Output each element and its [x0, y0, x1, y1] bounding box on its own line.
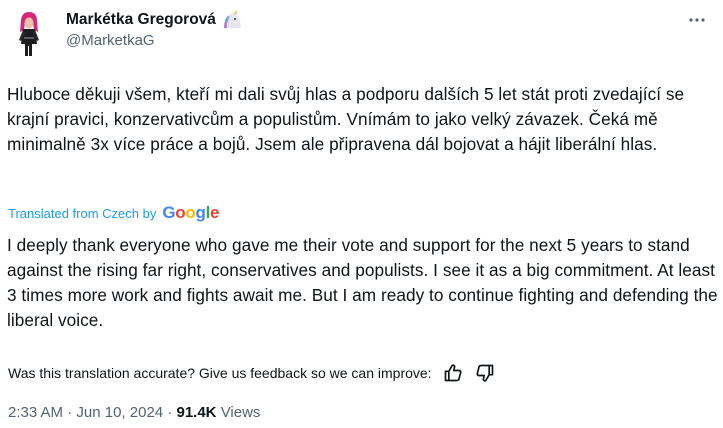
- feedback-prompt: Was this translation accurate? Give us f…: [8, 365, 432, 381]
- avatar[interactable]: [8, 10, 50, 58]
- translation-feedback: Was this translation accurate? Give us f…: [8, 362, 496, 384]
- thumbs-down-icon[interactable]: [474, 362, 496, 384]
- display-name[interactable]: Markétka Gregorová: [66, 11, 216, 29]
- tweet-time[interactable]: 2:33 AM: [8, 404, 63, 421]
- more-options-button[interactable]: [685, 8, 709, 32]
- tweet: Markétka Gregorová @MarketkaG Hluboce dě…: [0, 0, 723, 428]
- thumbs-up-icon[interactable]: [442, 362, 464, 384]
- tweet-date[interactable]: Jun 10, 2024: [76, 404, 163, 421]
- unicorn-icon: [221, 10, 243, 30]
- tweet-translated-text: I deeply thank everyone who gave me thei…: [7, 235, 718, 330]
- tweet-header: Markétka Gregorová @MarketkaG: [66, 9, 243, 49]
- more-icon: [689, 18, 705, 22]
- translated-from-link[interactable]: Translated from Czech by Google: [8, 203, 219, 223]
- google-logo: Google: [162, 203, 220, 222]
- tweet-original-text: Hluboce děkuji všem, kteří mi dali svůj …: [7, 84, 685, 154]
- user-handle[interactable]: @MarketkaG: [66, 32, 243, 49]
- display-name-row: Markétka Gregorová: [66, 9, 243, 31]
- meta-separator: ·: [67, 404, 73, 421]
- tweet-meta: 2:33 AM · Jun 10, 2024 · 91.4K Views: [8, 404, 260, 421]
- views-label: Views: [220, 404, 261, 421]
- views-count: 91.4K: [176, 404, 217, 421]
- translated-from-label: Translated from Czech by: [8, 205, 157, 221]
- meta-separator-2: ·: [167, 404, 173, 421]
